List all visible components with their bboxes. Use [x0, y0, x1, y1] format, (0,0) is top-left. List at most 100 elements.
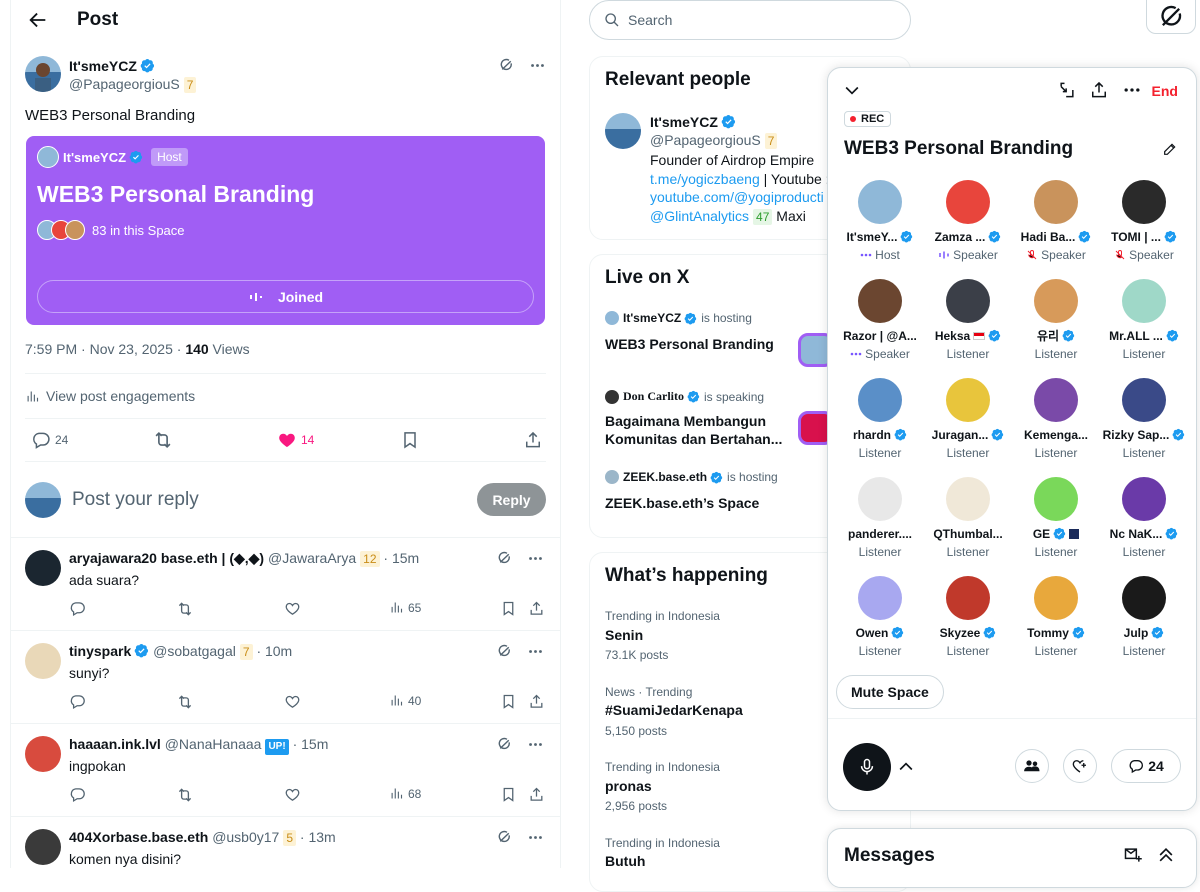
- participant[interactable]: Kemenga... Listener: [1012, 378, 1100, 460]
- participant-avatar[interactable]: [1122, 378, 1166, 422]
- more-icon[interactable]: [527, 643, 544, 660]
- trend-topic[interactable]: Butuh: [605, 853, 645, 869]
- participant-avatar[interactable]: [946, 576, 990, 620]
- views-action[interactable]: 40: [389, 693, 421, 708]
- comment-time[interactable]: · 10m: [256, 643, 292, 659]
- grok-icon[interactable]: [496, 643, 513, 660]
- participant[interactable]: 유리 Listener: [1012, 279, 1100, 361]
- participant-avatar[interactable]: [946, 378, 990, 422]
- share-icon[interactable]: [528, 600, 545, 617]
- new-message-icon[interactable]: [1123, 845, 1143, 865]
- participant[interactable]: Rizky Sap... Listener: [1100, 378, 1188, 460]
- repost-icon[interactable]: [176, 693, 194, 711]
- bookmark-icon[interactable]: [500, 600, 517, 617]
- participant-avatar[interactable]: [1034, 279, 1078, 323]
- comment-author-name[interactable]: 404Xorbase.base.eth: [69, 829, 208, 845]
- participant-avatar[interactable]: [1034, 180, 1078, 224]
- live-item-host[interactable]: It'smeYCZ is hosting: [605, 311, 752, 325]
- participant-avatar[interactable]: [946, 180, 990, 224]
- participant-avatar[interactable]: [858, 477, 902, 521]
- participant-avatar[interactable]: [1034, 576, 1078, 620]
- comment-handle[interactable]: @NanaHanaaa: [165, 736, 262, 752]
- repost-icon[interactable]: [176, 600, 194, 618]
- share-action[interactable]: [523, 430, 543, 450]
- view-engagements[interactable]: View post engagements: [11, 374, 560, 418]
- joined-button[interactable]: Joined: [37, 280, 534, 313]
- chevron-up-icon[interactable]: [896, 757, 916, 777]
- heart-icon[interactable]: [284, 786, 301, 803]
- youtube-link[interactable]: youtube.com/@yogiproducti: [650, 189, 824, 205]
- comment-author-name[interactable]: haaaan.ink.lvl: [69, 736, 161, 752]
- relevant-handle[interactable]: @PapageorgiouS: [650, 132, 761, 148]
- participant[interactable]: GE Listener: [1012, 477, 1100, 559]
- participant[interactable]: Hadi Ba... Speaker: [1012, 180, 1100, 262]
- participant-avatar[interactable]: [1122, 279, 1166, 323]
- post-time[interactable]: 7:59 PM · Nov 23, 2025 ·: [25, 341, 185, 357]
- comment-item[interactable]: haaaan.ink.lvl @NanaHanaaa UP! · 15m ingp…: [11, 724, 560, 817]
- comment-avatar[interactable]: [25, 643, 61, 679]
- share-icon[interactable]: [528, 786, 545, 803]
- live-item-host[interactable]: Don Carlito is speaking: [605, 389, 764, 404]
- comment-avatar[interactable]: [25, 550, 61, 586]
- reply-button[interactable]: Reply: [477, 483, 546, 516]
- comment-item[interactable]: 404Xorbase.base.eth @usb0y17 5 · 13m kome…: [11, 817, 560, 868]
- grok-icon[interactable]: [496, 829, 513, 846]
- author-avatar[interactable]: [25, 56, 61, 92]
- reply-input[interactable]: Post your reply: [72, 489, 477, 511]
- participant[interactable]: Tommy Listener: [1012, 576, 1100, 658]
- reply-icon[interactable]: [69, 786, 86, 803]
- microphone-button[interactable]: [843, 743, 891, 791]
- author-handle[interactable]: @PapageorgiouS: [69, 76, 180, 92]
- comment-time[interactable]: · 15m: [383, 550, 419, 566]
- participant[interactable]: Razor | @A... Speaker: [836, 279, 924, 361]
- participant-avatar[interactable]: [946, 477, 990, 521]
- participant[interactable]: QThumbal... Listener: [924, 477, 1012, 559]
- participant-avatar[interactable]: [1122, 576, 1166, 620]
- back-arrow-icon[interactable]: [27, 9, 49, 31]
- live-item-title[interactable]: ZEEK.base.eth’s Space: [605, 494, 759, 512]
- trend-topic[interactable]: pronas: [605, 778, 652, 794]
- heart-icon[interactable]: [284, 693, 301, 710]
- heart-icon[interactable]: [284, 600, 301, 617]
- participant-avatar[interactable]: [1122, 477, 1166, 521]
- participant[interactable]: Skyzee Listener: [924, 576, 1012, 658]
- participant[interactable]: Mr.ALL ... Listener: [1100, 279, 1188, 361]
- comment-handle[interactable]: @JawaraArya: [268, 550, 356, 566]
- participant-avatar[interactable]: [858, 279, 902, 323]
- participant[interactable]: panderer.... Listener: [836, 477, 924, 559]
- participant-avatar[interactable]: [1122, 180, 1166, 224]
- like-action[interactable]: 14: [277, 430, 314, 450]
- more-icon[interactable]: [527, 829, 544, 846]
- comment-handle[interactable]: @sobatgagal: [153, 643, 236, 659]
- dock-icon[interactable]: [1057, 80, 1077, 100]
- comment-time[interactable]: · 13m: [300, 829, 336, 845]
- participant-avatar[interactable]: [858, 576, 902, 620]
- relevant-avatar[interactable]: [605, 113, 641, 149]
- more-icon[interactable]: [529, 57, 546, 74]
- reply-action[interactable]: 24: [31, 430, 68, 450]
- participant[interactable]: Heksa Listener: [924, 279, 1012, 361]
- chevron-down-icon[interactable]: [842, 80, 862, 100]
- glint-link[interactable]: @GlintAnalytics: [650, 208, 749, 224]
- comment-item[interactable]: tinyspark @sobatgagal 7 · 10m sunyi? 40: [11, 631, 560, 724]
- views-action[interactable]: 68: [389, 786, 421, 801]
- bookmark-icon[interactable]: [500, 786, 517, 803]
- participant-avatar[interactable]: [1034, 477, 1078, 521]
- mute-space-button[interactable]: Mute Space: [836, 675, 944, 709]
- grok-button[interactable]: [1146, 0, 1196, 34]
- repost-action[interactable]: [152, 429, 174, 451]
- comment-handle[interactable]: @usb0y17: [212, 829, 279, 845]
- live-item-title[interactable]: Bagaimana Membangun Komunitas dan Bertah…: [605, 412, 790, 448]
- share-icon[interactable]: [528, 693, 545, 710]
- search-box[interactable]: Search: [589, 0, 911, 40]
- space-card[interactable]: It'smeYCZ Host WEB3 Personal Branding 83…: [26, 136, 545, 325]
- messages-drawer[interactable]: Messages: [827, 828, 1197, 888]
- bookmark-icon[interactable]: [500, 693, 517, 710]
- participant[interactable]: Julp Listener: [1100, 576, 1188, 658]
- more-icon[interactable]: [1122, 80, 1142, 100]
- participant[interactable]: Juragan... Listener: [924, 378, 1012, 460]
- participant[interactable]: It'smeY... Host: [836, 180, 924, 262]
- trend-topic[interactable]: Senin: [605, 627, 643, 643]
- bookmark-action[interactable]: [400, 430, 420, 450]
- repost-icon[interactable]: [176, 786, 194, 804]
